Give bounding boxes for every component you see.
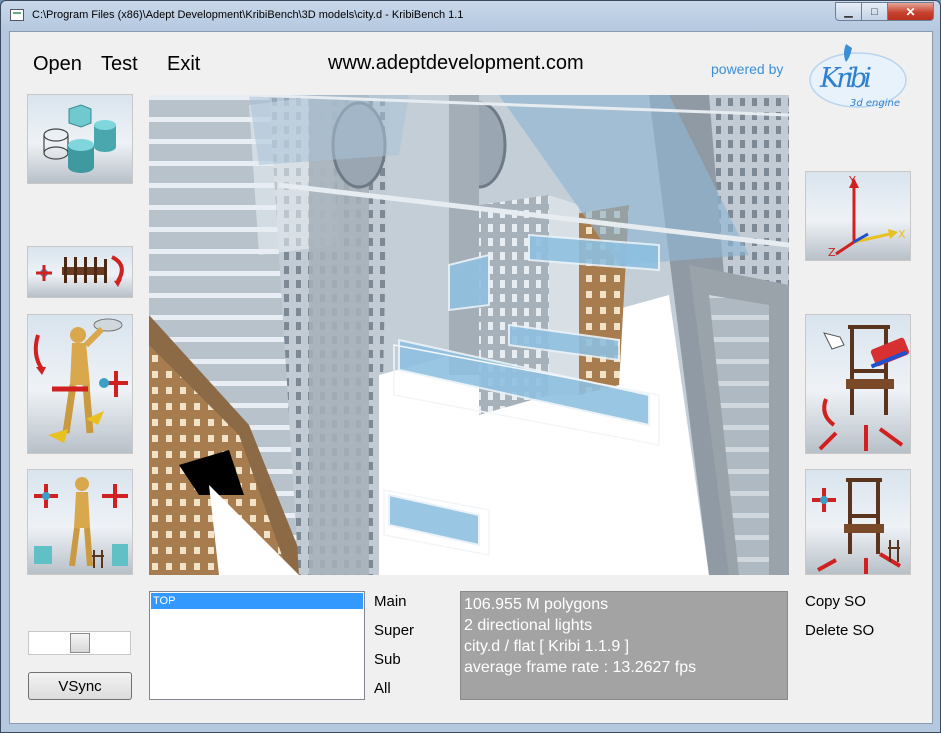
powered-by-label: powered by bbox=[711, 61, 784, 77]
x-axis-label: X bbox=[898, 228, 906, 241]
walk-camera-tool[interactable] bbox=[27, 314, 133, 454]
object-pick-tool[interactable] bbox=[805, 314, 911, 454]
app-icon[interactable] bbox=[10, 9, 24, 21]
vsync-button[interactable]: VSync bbox=[28, 672, 132, 700]
minimize-icon: ▁ bbox=[844, 6, 853, 18]
title-bar[interactable]: C:\Program Files (x86)\Adept Development… bbox=[1, 1, 940, 31]
frame-rate: average frame rate : 13.2627 fps bbox=[464, 659, 697, 676]
mannequin-move-tool[interactable] bbox=[27, 469, 133, 575]
menu-exit[interactable]: Exit bbox=[167, 53, 200, 76]
caption-buttons: ▁ □ ✕ bbox=[835, 2, 934, 21]
scene-rotate-tool[interactable] bbox=[27, 246, 133, 298]
close-button[interactable]: ✕ bbox=[888, 2, 934, 21]
object-move-tool[interactable] bbox=[805, 469, 911, 575]
list-item-top[interactable]: TOP bbox=[151, 593, 363, 609]
svg-text:3d engine: 3d engine bbox=[850, 98, 900, 109]
light-count: 2 directional lights bbox=[464, 617, 593, 634]
client-area: Open Test Exit www.adeptdevelopment.com … bbox=[9, 31, 933, 724]
window-title: C:\Program Files (x86)\Adept Development… bbox=[32, 9, 464, 21]
menu-open[interactable]: Open bbox=[33, 53, 82, 76]
primitives-tool[interactable] bbox=[27, 94, 133, 184]
y-axis-label: Y bbox=[848, 174, 856, 187]
kribi-logo: Kribi 3d engine bbox=[809, 44, 907, 109]
app-window: C:\Program Files (x86)\Adept Development… bbox=[0, 0, 941, 733]
z-axis-label: Z bbox=[828, 246, 836, 259]
minimize-button[interactable]: ▁ bbox=[835, 2, 862, 21]
stats-panel: 106.955 M polygons 2 directional lights … bbox=[460, 591, 788, 700]
close-icon: ✕ bbox=[905, 4, 916, 19]
model-info: city.d / flat [ Kribi 1.1.9 ] bbox=[464, 638, 630, 655]
level-sub[interactable]: Sub bbox=[374, 651, 401, 668]
menu-test[interactable]: Test bbox=[101, 53, 138, 76]
level-super[interactable]: Super bbox=[374, 622, 414, 639]
polygon-count: 106.955 M polygons bbox=[464, 596, 609, 613]
delete-so-button[interactable]: Delete SO bbox=[805, 622, 874, 639]
level-main[interactable]: Main bbox=[374, 593, 407, 610]
maximize-icon: □ bbox=[871, 5, 878, 18]
slider-thumb[interactable] bbox=[70, 633, 90, 653]
svg-text:Kribi: Kribi bbox=[819, 63, 872, 94]
vsync-slider[interactable] bbox=[28, 631, 131, 655]
website-url: www.adeptdevelopment.com bbox=[328, 52, 584, 74]
maximize-button[interactable]: □ bbox=[862, 2, 888, 21]
3d-viewport[interactable] bbox=[149, 95, 789, 575]
city-scene bbox=[149, 95, 789, 575]
axis-tool[interactable]: Y X Z bbox=[805, 171, 911, 261]
level-all[interactable]: All bbox=[374, 680, 391, 697]
scene-object-list[interactable]: TOP bbox=[149, 591, 365, 700]
copy-so-button[interactable]: Copy SO bbox=[805, 593, 866, 610]
